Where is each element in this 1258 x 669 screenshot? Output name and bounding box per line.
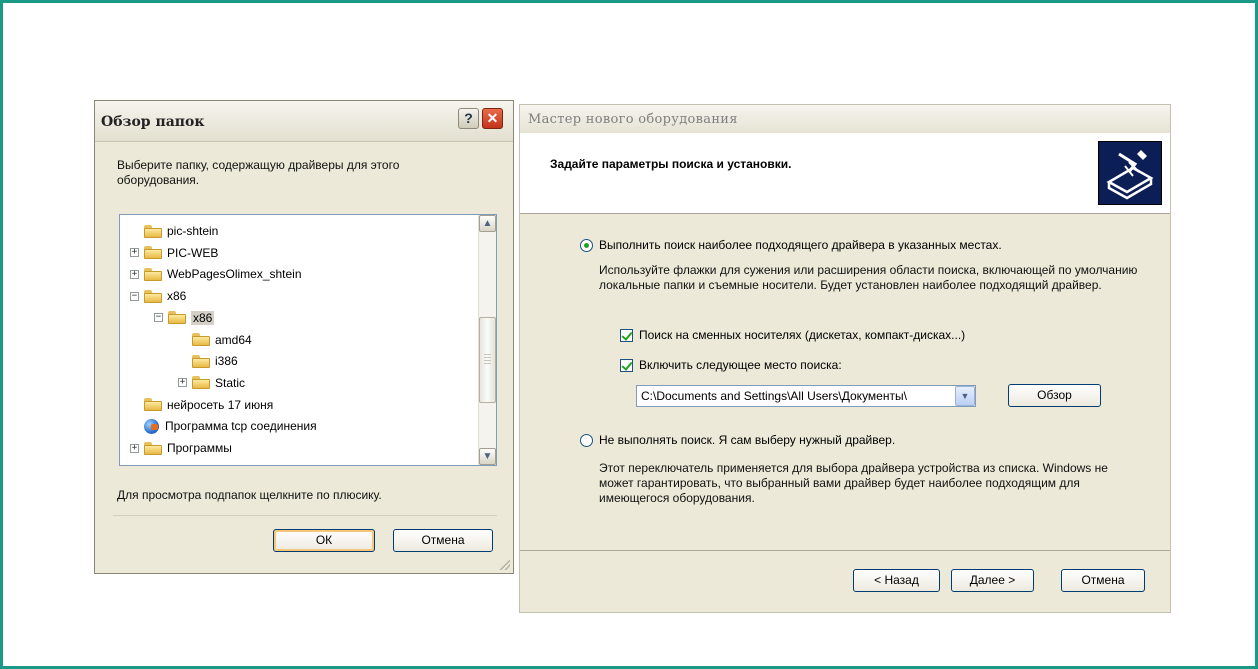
wizard-header: Задайте параметры поиска и установки. [520,133,1170,214]
folder-icon [144,289,162,303]
tree-item[interactable]: + WebPagesOlimex_shtein [130,264,302,284]
tree-item[interactable]: + Static [178,373,245,393]
tree-item[interactable]: Программа tcp соединения [130,416,317,436]
resize-grip-icon[interactable] [500,560,510,570]
folder-icon [192,376,210,390]
expand-icon[interactable]: + [178,378,187,388]
dialog-title: Обзор папок [101,114,205,130]
option-search-label: Выполнить поиск наиболее подходящего дра… [599,238,1002,252]
wizard-cancel-button[interactable]: Отмена [1061,569,1145,592]
expand-icon[interactable]: + [130,248,139,258]
back-button[interactable]: < Назад [853,569,940,592]
tree-item-label: x86 [167,289,187,304]
expand-icon[interactable]: + [130,269,139,279]
tree-item-label: amd64 [215,332,252,347]
globe-icon [144,418,159,434]
folder-tree[interactable]: pic-shtein + PIC-WEB + WebPagesOlimex_shtein… [119,214,497,466]
scroll-up-arrow-icon[interactable]: ▲ [479,215,496,232]
hint-text: Для просмотра подпапок щелкните по плюси… [117,488,382,502]
grip-icon [484,354,491,364]
folder-icon [144,246,162,260]
location-combobox[interactable]: C:\Documents and Settings\All Users\Доку… [636,385,976,407]
tree-item[interactable]: + Программы [130,438,232,458]
tree-item[interactable]: − x86 [130,286,186,306]
checkbox-removable[interactable] [620,328,633,342]
cancel-button[interactable]: Отмена [393,529,493,552]
wizard-title: Мастер нового оборудования [528,112,738,127]
tree-item[interactable]: pic-shtein [130,221,218,241]
scroll-thumb[interactable] [479,317,496,403]
scroll-down-arrow-icon[interactable]: ▼ [479,448,496,465]
tree-item-label: x86 [191,310,215,325]
option-manual-label: Не выполнять поиск. Я сам выберу нужный … [599,433,896,447]
instruction-text: Выберите папку, содержащую драйверы для … [117,158,400,187]
folder-icon [144,224,162,238]
option-manual[interactable]: Не выполнять поиск. Я сам выберу нужный … [580,433,895,447]
help-button[interactable]: ? [458,108,479,129]
folder-icon [192,354,210,368]
title-bar: Обзор папок ? ✕ [95,101,513,142]
location-value: C:\Documents and Settings\All Users\Доку… [641,389,907,403]
footer-divider [520,550,1170,551]
option-search[interactable]: Выполнить поиск наиболее подходящего дра… [580,238,1002,252]
chevron-down-icon[interactable]: ▼ [955,386,975,406]
folder-icon [144,267,162,281]
folder-icon [144,398,162,412]
tree-item-label: i386 [215,354,238,369]
collapse-icon[interactable]: − [154,313,163,323]
radio-manual[interactable] [580,433,593,447]
check-removable[interactable]: Поиск на сменных носителях (дискетах, ко… [620,328,965,342]
radio-search[interactable] [580,238,593,252]
tree-item-label: WebPagesOlimex_shtein [167,267,302,282]
tree-item-label: Программы [167,441,232,455]
check-location-label: Включить следующее место поиска: [639,358,842,372]
tree-item[interactable]: − x86 [154,308,215,328]
wizard-title-bar: Мастер нового оборудования [520,105,1170,134]
tree-scrollbar[interactable]: ▲ ▼ [478,215,496,465]
browse-folder-dialog: Обзор папок ? ✕ Выберите папку, содержащ… [94,100,514,574]
collapse-icon[interactable]: − [130,291,139,301]
folder-open-icon [168,311,186,325]
tree-item[interactable]: нейросеть 17 июня [130,395,273,415]
next-button[interactable]: Далее > [951,569,1034,592]
hardware-install-icon [1098,141,1162,205]
divider [113,515,497,516]
folder-icon [144,441,162,455]
tree-item-label: Static [215,375,246,390]
tree-item[interactable]: amd64 [178,330,252,350]
folder-icon [192,333,210,346]
option-manual-description: Этот переключатель применяется для выбор… [599,461,1108,505]
check-location[interactable]: Включить следующее место поиска: [620,358,842,372]
tree-item[interactable]: i386 [178,351,238,371]
tree-item[interactable]: + PIC-WEB [130,243,218,263]
check-removable-label: Поиск на сменных носителях (дискетах, ко… [639,328,966,342]
tree-item-label: pic-shtein [167,224,219,238]
tree-item-label: PIC-WEB [167,245,219,260]
ok-button[interactable]: ОК [273,529,375,552]
tree-item-label: Программа tcp соединения [165,419,317,434]
close-button[interactable]: ✕ [482,108,503,129]
expand-icon[interactable]: + [130,443,139,453]
tree-item-label: нейросеть 17 июня [167,397,274,412]
browse-button[interactable]: Обзор [1008,384,1101,407]
option-search-description: Используйте флажки для сужения или расши… [599,263,1138,292]
hardware-wizard-dialog: Мастер нового оборудования Задайте парам… [519,104,1171,613]
checkbox-location[interactable] [620,358,633,372]
header-title: Задайте параметры поиска и установки. [550,157,792,171]
